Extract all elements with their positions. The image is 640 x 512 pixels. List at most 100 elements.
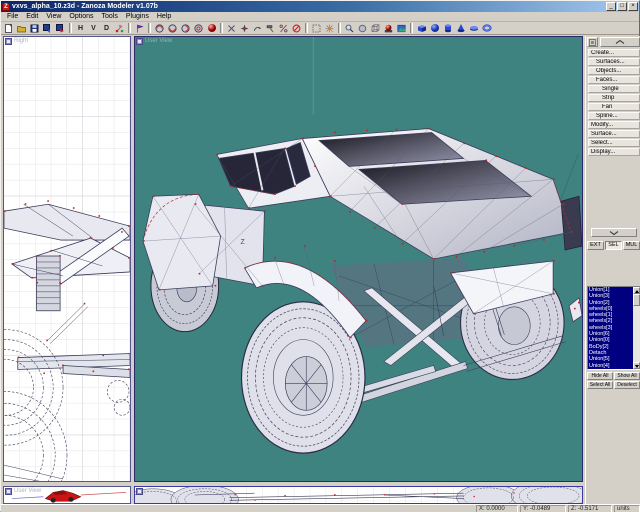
- toolbar-separator: [338, 23, 341, 33]
- cmd-single[interactable]: Single: [588, 85, 640, 93]
- viewport-icon[interactable]: [136, 38, 143, 45]
- menu-edit[interactable]: Edit: [22, 12, 42, 21]
- work-area: Right Z User View User View Create... Su…: [1, 36, 640, 504]
- d-toggle-button[interactable]: D: [100, 22, 113, 34]
- minimize-button[interactable]: _: [606, 2, 616, 11]
- primitive-sphere-icon[interactable]: [428, 22, 441, 34]
- viewport-icon[interactable]: [5, 38, 12, 45]
- cmd-objects[interactable]: Objects...: [588, 67, 640, 75]
- render-sphere-icon[interactable]: [205, 22, 218, 34]
- zmodeler-window: Z vxvs_alpha_10.z3d - Zanoza Modeler v1.…: [0, 0, 640, 512]
- select-rect-icon[interactable]: [310, 22, 323, 34]
- status-x-coordinate: X: 0.0000: [476, 505, 518, 512]
- restore-button[interactable]: □: [617, 2, 627, 11]
- rotate-view-icon-4[interactable]: [192, 22, 205, 34]
- status-y-coordinate: Y: -0.0489: [520, 505, 566, 512]
- cmd-strip[interactable]: Strip: [588, 94, 640, 102]
- list-item[interactable]: Union[4]: [588, 362, 633, 369]
- primitive-disc-icon[interactable]: [467, 22, 480, 34]
- hammer-tool-icon[interactable]: [264, 22, 277, 34]
- toolbar-separator: [410, 23, 413, 33]
- select-all-button[interactable]: Select All: [587, 381, 613, 389]
- menu-bar: File Edit View Options Tools Plugins Hel…: [1, 12, 639, 22]
- strip-wireframe: [135, 487, 582, 503]
- scroll-thumb[interactable]: [633, 294, 640, 306]
- export-icon[interactable]: [54, 22, 67, 34]
- h-toggle-button[interactable]: H: [74, 22, 87, 34]
- list-scrollbar[interactable]: [633, 287, 640, 369]
- cmd-spline[interactable]: Spline...: [588, 112, 640, 120]
- cmd-faces[interactable]: Faces...: [588, 76, 640, 84]
- sel-mode-button[interactable]: SEL: [605, 241, 622, 250]
- list-buttons: Hide All Show All Select All Deselect: [587, 372, 640, 390]
- rotate-view-icon-2[interactable]: [166, 22, 179, 34]
- cmd-fan[interactable]: Fan: [588, 103, 640, 111]
- star-tool-icon[interactable]: [238, 22, 251, 34]
- cube-wire-icon[interactable]: [369, 22, 382, 34]
- texture-icon[interactable]: [395, 22, 408, 34]
- scroll-track[interactable]: [633, 306, 640, 362]
- menu-file[interactable]: File: [3, 12, 22, 21]
- objects-list[interactable]: Union[1] Union[3] Union[2] wheels[0] whe…: [587, 286, 640, 370]
- save-file-icon[interactable]: [28, 22, 41, 34]
- import-icon[interactable]: [41, 22, 54, 34]
- collapse-up-button[interactable]: [600, 37, 640, 47]
- collapse-down-button[interactable]: [591, 228, 637, 237]
- cmd-surface[interactable]: Surface...: [588, 130, 640, 138]
- show-all-button[interactable]: Show All: [614, 372, 640, 380]
- menu-plugins[interactable]: Plugins: [122, 12, 153, 21]
- cmd-display[interactable]: Display...: [588, 148, 640, 156]
- scroll-down-icon[interactable]: [633, 362, 640, 369]
- menu-view[interactable]: View: [42, 12, 65, 21]
- viewport-icon[interactable]: [5, 488, 12, 495]
- flag-icon[interactable]: [133, 22, 146, 34]
- v-toggle-button[interactable]: V: [87, 22, 100, 34]
- primitive-cone-icon[interactable]: [454, 22, 467, 34]
- menu-help[interactable]: Help: [153, 12, 175, 21]
- app-icon: Z: [2, 2, 10, 11]
- primitive-cube-icon[interactable]: [415, 22, 428, 34]
- menu-options[interactable]: Options: [65, 12, 97, 21]
- primitive-torus-icon[interactable]: [480, 22, 493, 34]
- close-button[interactable]: ×: [628, 2, 638, 11]
- scroll-up-icon[interactable]: [633, 287, 640, 294]
- cross-tool-icon[interactable]: [225, 22, 238, 34]
- cmd-modify[interactable]: Modify...: [588, 121, 640, 129]
- viewport-right[interactable]: Right: [3, 36, 131, 482]
- status-bar: X: 0.0000 Y: -0.0489 Z: -0.5171 units: [1, 504, 640, 512]
- viewport-icon[interactable]: [136, 488, 143, 495]
- window-title: vxvs_alpha_10.z3d - Zanoza Modeler v1.07…: [12, 2, 158, 10]
- right-view-wireframe: [4, 37, 130, 481]
- undo-arrow-icon[interactable]: [251, 22, 264, 34]
- zoom-icon[interactable]: [343, 22, 356, 34]
- menu-tools[interactable]: Tools: [98, 12, 122, 21]
- new-file-icon[interactable]: [2, 22, 15, 34]
- toolbar-separator: [128, 23, 131, 33]
- status-z-coordinate: Z: -0.5171: [568, 505, 612, 512]
- axis-colors-icon[interactable]: [113, 22, 126, 34]
- disable-tool-icon[interactable]: [290, 22, 303, 34]
- cmd-select[interactable]: Select...: [588, 139, 640, 147]
- cmd-create[interactable]: Create...: [588, 49, 640, 57]
- rotate-view-icon-1[interactable]: [153, 22, 166, 34]
- viewport-bottom-strip[interactable]: [134, 486, 583, 504]
- cmd-surfaces[interactable]: Surfaces...: [588, 58, 640, 66]
- material-ball-icon[interactable]: [382, 22, 395, 34]
- ext-mode-button[interactable]: EXT: [587, 241, 604, 250]
- rotate-view-icon-3[interactable]: [179, 22, 192, 34]
- toolbar-separator: [148, 23, 151, 33]
- mul-mode-button[interactable]: MUL: [623, 241, 640, 250]
- open-file-icon[interactable]: [15, 22, 28, 34]
- panel-options-button[interactable]: [587, 37, 598, 47]
- percent-tool-icon[interactable]: [277, 22, 290, 34]
- viewport-user[interactable]: Z User View: [134, 36, 583, 482]
- toolbar-separator: [220, 23, 223, 33]
- sun-icon[interactable]: [323, 22, 336, 34]
- main-toolbar: H V D: [1, 22, 639, 35]
- primitive-cylinder-icon[interactable]: [441, 22, 454, 34]
- viewport-mini-user[interactable]: User View: [3, 486, 131, 504]
- title-bar: Z vxvs_alpha_10.z3d - Zanoza Modeler v1.…: [1, 1, 639, 12]
- deselect-button[interactable]: Deselect: [614, 381, 640, 389]
- grey-sphere-icon[interactable]: [356, 22, 369, 34]
- hide-all-button[interactable]: Hide All: [587, 372, 613, 380]
